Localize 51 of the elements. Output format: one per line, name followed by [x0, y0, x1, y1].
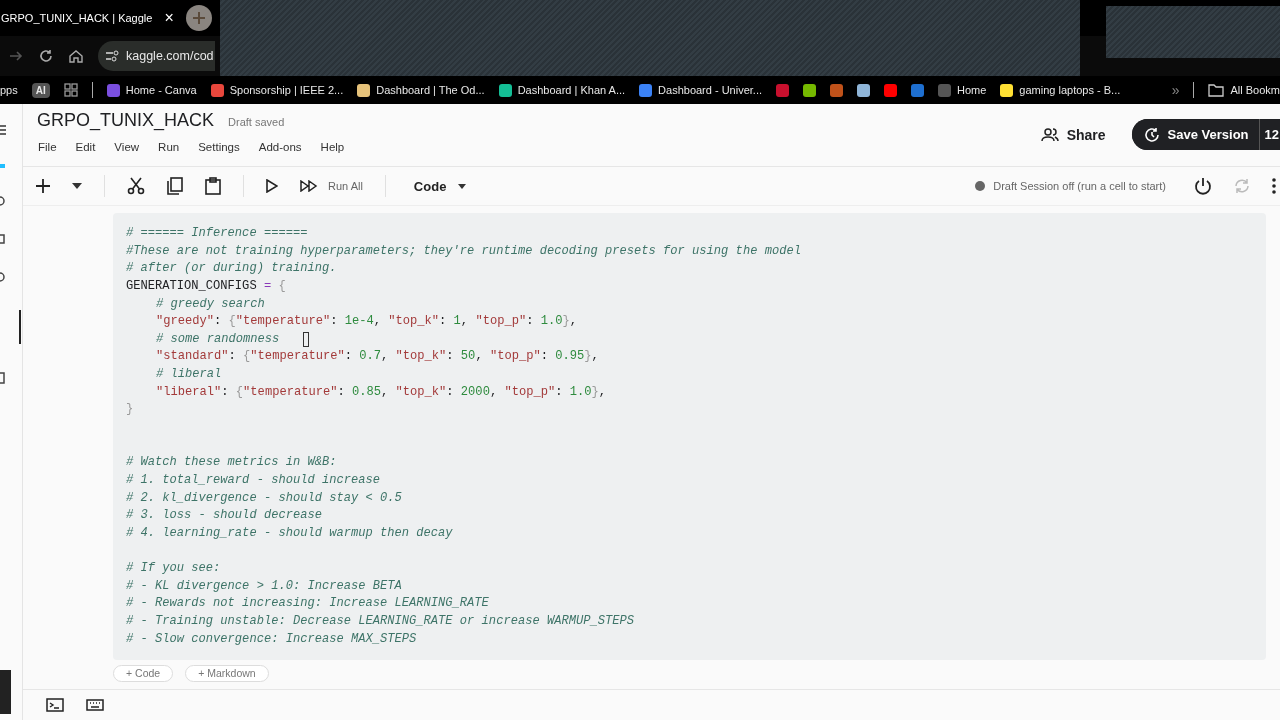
save-version-button[interactable]: Save Version: [1131, 119, 1260, 150]
code-line: # liberal: [156, 366, 222, 384]
code-line: # some randomness: [156, 330, 280, 348]
code-line: # 1. total_reward - should increase: [126, 471, 380, 489]
menu-item[interactable]: File: [38, 141, 57, 153]
menu-item[interactable]: View: [114, 141, 140, 153]
code-line: "liberal": {"temperature": 0.85, "top_k": 2000, "top_p": 1.0},: [156, 383, 607, 401]
save-status: Draft saved: [228, 116, 285, 128]
code-line: # Watch these metrics in W&B:: [126, 454, 337, 472]
session-status: Draft Session off (run a cell to start): [993, 180, 1166, 192]
notebook-title[interactable]: GRPO_TUNIX_HACK: [37, 110, 215, 131]
menu-item[interactable]: Edit: [75, 141, 96, 153]
add-cell-button[interactable]: + Code: [113, 665, 174, 683]
share-button[interactable]: Share: [1034, 125, 1112, 144]
close-icon[interactable]: ×: [164, 9, 174, 27]
menu-item[interactable]: Help: [320, 141, 345, 153]
code-line: # greedy search: [156, 295, 265, 313]
bookmark[interactable]: Sponsorship | IEEE 2...: [210, 83, 344, 97]
code-line: # If you see:: [126, 560, 221, 578]
cell-type-dropdown[interactable]: Code: [407, 177, 473, 195]
menu-item[interactable]: Run: [158, 141, 180, 153]
code-line: "greedy": {"temperature": 1e-4, "top_k": 1, "top_p": 1.0},: [156, 313, 577, 331]
add-cell-button[interactable]: + Markdown: [185, 665, 269, 683]
ai-badge[interactable]: AI: [31, 82, 50, 98]
bookmark[interactable]: Dashboard | Khan A...: [498, 83, 626, 97]
code-line: # after (or during) training.: [126, 260, 337, 278]
browser-tab[interactable]: GRPO_TUNIX_HACK | Kaggle ×: [0, 9, 178, 27]
code-line: # 2. kl_divergence - should stay < 0.5: [126, 489, 402, 507]
code-line: # 3. loss - should decrease: [126, 507, 322, 525]
code-line: # - KL divergence > 1.0: Increase BETA: [126, 577, 402, 595]
code-line: GENERATION_CONFIGS = {: [126, 277, 286, 295]
menu-item[interactable]: Settings: [198, 141, 240, 153]
bookmark[interactable]: gaming laptops - B...: [1000, 83, 1121, 97]
menu-item[interactable]: Add-ons: [258, 141, 302, 153]
code-line: "standard": {"temperature": 0.7, "top_k": 50, "top_p": 0.95},: [156, 348, 599, 366]
bookmark[interactable]: pps: [0, 84, 18, 96]
bookmark[interactable]: Dashboard | The Od...: [357, 83, 485, 97]
code-line: }: [126, 401, 134, 419]
code-line: # 4. learning_rate - should warmup then decay: [126, 524, 453, 542]
more-bookmarks-button[interactable]: »: [1171, 82, 1180, 98]
run-all-button[interactable]: Run All: [300, 180, 363, 192]
code-line: # - Slow convergence: Increase MAX_STEPS: [126, 630, 417, 648]
bookmark[interactable]: Home: [938, 83, 987, 97]
code-line: # ====== Inference ======: [126, 225, 308, 242]
bookmark[interactable]: Home - Canva: [106, 83, 197, 97]
bookmark[interactable]: Dashboard - Univer...: [639, 83, 762, 97]
bookmarks-folder[interactable]: All Bookm: [1208, 83, 1280, 97]
address-field[interactable]: kaggle.com/cod: [98, 41, 215, 71]
code-line: # - Training unstable: Decrease LEARNING_RATE or increase WARMUP_STEPS: [126, 613, 635, 631]
code-line: # - Rewards not increasing: Increase LEARNING_RATE: [126, 595, 489, 613]
code-line: #These are not training hyperparameters; they're runtime decoding presets for using the model: [126, 242, 801, 260]
